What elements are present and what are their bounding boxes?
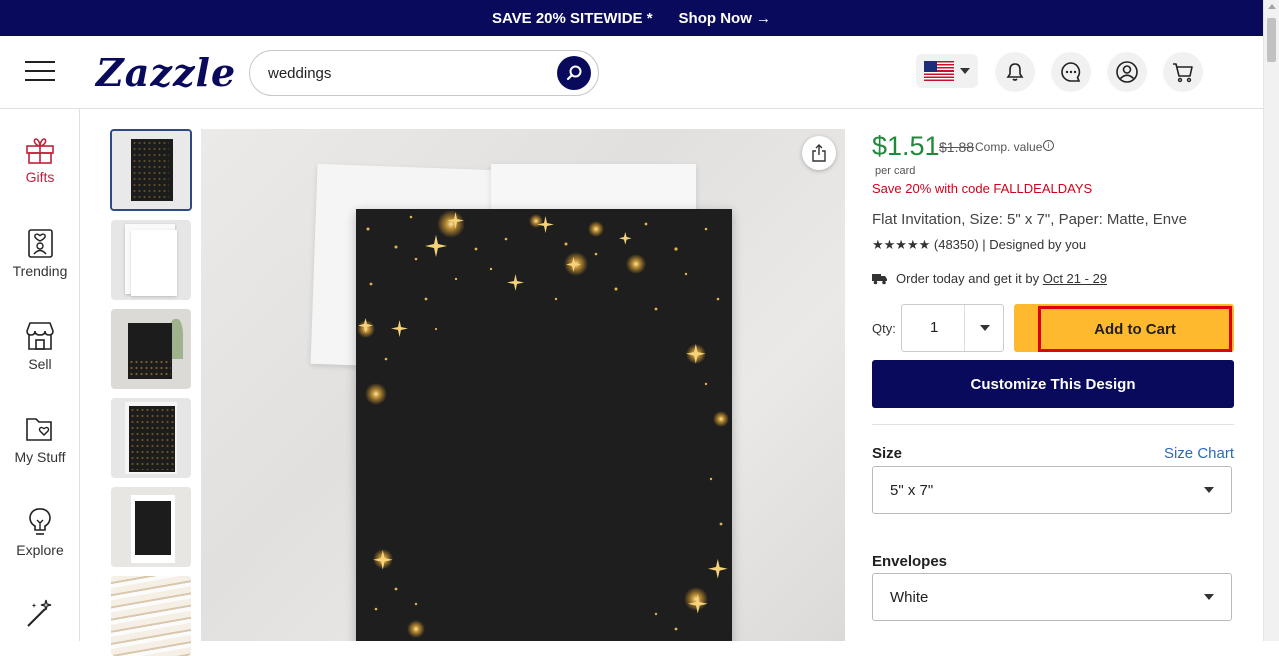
search-button[interactable] [557,56,591,90]
size-value: 5" x 7" [890,482,934,499]
scroll-up-arrow[interactable] [1268,4,1276,9]
nav-item-my-stuff[interactable]: My Stuff [0,413,80,465]
product-thumbnail[interactable] [111,220,191,300]
trending-icon [28,229,53,258]
promo-bar: SAVE 20% SITEWIDE * Shop Now → [0,0,1263,36]
shop-now-link[interactable]: Shop Now → [679,10,772,27]
share-icon [812,144,826,162]
add-to-cart-label: Add to Cart [1038,306,1232,352]
magic-wand-icon [27,599,52,627]
product-thumbnail[interactable] [111,487,191,567]
search-bar [249,50,599,96]
nav-label-sell: Sell [28,356,52,372]
nav-label-gifts: Gifts [25,169,55,185]
cart-icon [1173,63,1193,83]
add-to-cart-button[interactable]: Add to Cart [1014,304,1234,352]
chevron-down-icon [960,68,970,74]
qty-value: 1 [930,319,939,336]
nav-item-trending[interactable]: Trending [0,227,80,279]
price: $1.51 [872,131,940,161]
product-main-image[interactable] [201,129,845,641]
envelopes-value: White [890,589,929,606]
account-icon [1116,61,1138,83]
product-title: Flat Invitation, Size: 5" x 7", Paper: M… [872,211,1187,228]
search-icon [566,65,582,81]
nav-item-gifts[interactable]: Gifts [0,135,80,185]
notifications-button[interactable] [995,52,1035,92]
original-price: $1.88 [939,139,975,155]
nav-item-explore[interactable]: Explore [0,506,80,558]
search-input[interactable] [268,61,548,85]
chat-icon [1061,62,1081,82]
qty-dropdown-button[interactable] [964,305,1004,351]
size-chart-link[interactable]: Size Chart [1164,445,1234,462]
menu-icon[interactable] [25,61,55,83]
truck-icon [872,273,887,284]
envelopes-label: Envelopes [872,553,948,570]
page-scrollbar[interactable] [1263,0,1279,641]
size-label: Size [872,445,903,462]
nav-item-create[interactable] [0,597,80,633]
delivery-info: Order today and get it by Oct 21 - 29 [872,271,1107,286]
rating-and-designer[interactable]: ★★★★★ (48350) | Designed by you [872,237,1086,253]
quantity-selector[interactable]: 1 [901,304,1004,352]
customize-design-button[interactable]: Customize This Design [872,360,1234,408]
comp-value-label: Comp. value [975,140,1043,154]
delivery-date-link[interactable]: Oct 21 - 29 [1043,271,1107,286]
share-button[interactable] [802,136,836,170]
chevron-down-icon [1204,594,1214,600]
nav-label-my-stuff: My Stuff [14,449,66,465]
account-button[interactable] [1107,52,1147,92]
envelopes-select[interactable]: White [872,573,1232,621]
nav-label-trending: Trending [12,263,68,279]
scroll-thumb[interactable] [1267,18,1276,62]
bell-icon [1006,63,1024,81]
store-icon [26,322,54,350]
product-thumbnail[interactable] [111,398,191,478]
per-card-label: per card [875,165,916,177]
promo-text: SAVE 20% SITEWIDE * [491,9,653,27]
product-thumbnail[interactable] [111,309,191,389]
divider [872,424,1234,425]
us-flag-icon [924,61,954,81]
nav-label-explore: Explore [16,542,64,558]
left-nav: Gifts Trending Sell My Stuff Explore [0,109,80,641]
country-selector[interactable] [916,54,978,88]
lightbulb-icon [29,508,51,535]
delivery-prefix: Order today and get it by [896,271,1040,286]
site-header: Zazzle [0,36,1263,109]
product-thumbnail[interactable] [110,129,192,211]
chevron-down-icon [1204,487,1214,493]
size-select[interactable]: 5" x 7" [872,466,1232,514]
qty-label: Qty: [872,321,896,336]
zazzle-logo[interactable]: Zazzle [96,50,236,95]
chevron-down-icon [979,325,990,331]
promo-code-text: Save 20% with code FALLDEALDAYS [872,181,1093,196]
folder-icon [26,418,52,441]
chat-button[interactable] [1051,52,1091,92]
sparkle-decoration [357,210,729,638]
invitation-card-image [356,209,732,641]
cart-button[interactable] [1163,52,1203,92]
gift-icon [26,138,54,164]
product-thumbnail[interactable] [111,576,191,656]
nav-item-sell[interactable]: Sell [0,320,80,372]
info-icon[interactable]: i [1043,140,1054,151]
